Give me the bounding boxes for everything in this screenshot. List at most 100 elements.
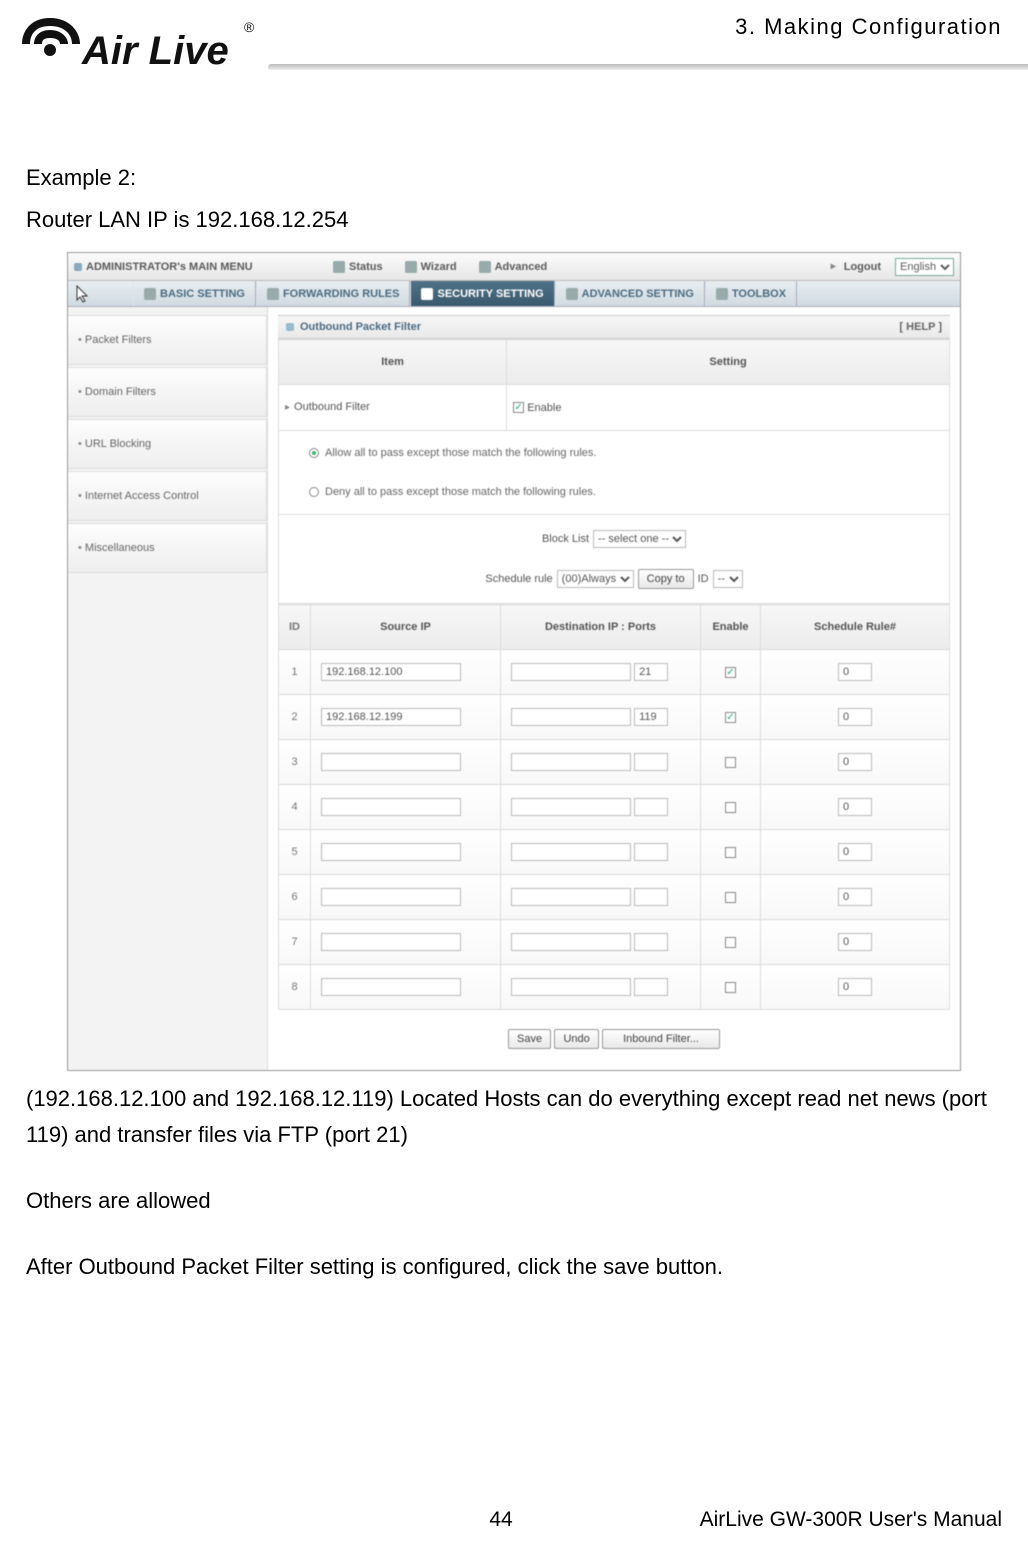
dest-ip-input[interactable] xyxy=(511,933,631,951)
rule-enable-checkbox[interactable] xyxy=(725,892,736,903)
port-input[interactable] xyxy=(634,978,668,996)
sidebar-item-miscellaneous[interactable]: Miscellaneous xyxy=(68,523,267,573)
rule-id: 8 xyxy=(279,965,311,1010)
arrow-right-icon: ▸ xyxy=(831,249,836,285)
example-label: Example 2: xyxy=(26,160,1002,196)
manual-title: AirLive GW-300R User's Manual xyxy=(700,1508,1002,1532)
schedule-rule-input[interactable] xyxy=(838,663,872,681)
port-input[interactable] xyxy=(634,708,668,726)
advanced-icon xyxy=(479,261,491,273)
sidebar-item-internet-access-control[interactable]: Internet Access Control xyxy=(68,471,267,521)
port-input[interactable] xyxy=(634,663,668,681)
table-row: 2 xyxy=(279,695,950,740)
dest-ip-input[interactable] xyxy=(511,708,631,726)
policy-allow-radio[interactable] xyxy=(309,448,319,458)
main-split: Packet Filters Domain Filters URL Blocki… xyxy=(68,307,960,1070)
rule-enable-checkbox[interactable] xyxy=(725,802,736,813)
rule-enable-checkbox[interactable] xyxy=(725,937,736,948)
dest-ip-input[interactable] xyxy=(511,843,631,861)
source-ip-input[interactable] xyxy=(321,933,461,951)
port-input[interactable] xyxy=(634,933,668,951)
table-row: 5 xyxy=(279,830,950,875)
schedule-rule-input[interactable] xyxy=(838,888,872,906)
rule-enable-checkbox[interactable] xyxy=(725,757,736,768)
tab-toolbox[interactable]: TOOLBOX xyxy=(705,281,797,306)
schedule-rule-select[interactable]: (00)Always xyxy=(557,570,634,588)
table-row: 7 xyxy=(279,920,950,965)
wizard-icon xyxy=(405,261,417,273)
sidebar-item-packet-filters[interactable]: Packet Filters xyxy=(68,315,267,365)
col-id: ID xyxy=(279,605,311,650)
port-input[interactable] xyxy=(634,843,668,861)
sidebar-item-domain-filters[interactable]: Domain Filters xyxy=(68,367,267,417)
schedule-rule-input[interactable] xyxy=(838,933,872,951)
content: Example 2: Router LAN IP is 192.168.12.2… xyxy=(0,100,1028,1285)
schedule-rule-input[interactable] xyxy=(838,978,872,996)
port-input[interactable] xyxy=(634,753,668,771)
enable-checkbox[interactable] xyxy=(513,402,524,413)
caption-line-2: Others are allowed xyxy=(26,1183,1002,1219)
tab-advanced-setting[interactable]: ADVANCED SETTING xyxy=(555,281,705,306)
rule-enable-checkbox[interactable] xyxy=(725,982,736,993)
globe-icon xyxy=(566,288,578,300)
dest-ip-input[interactable] xyxy=(511,663,631,681)
dest-ip-input[interactable] xyxy=(511,753,631,771)
rule-id: 6 xyxy=(279,875,311,920)
page-number: 44 xyxy=(489,1508,512,1532)
inbound-filter-button[interactable]: Inbound Filter... xyxy=(602,1029,720,1049)
port-input[interactable] xyxy=(634,798,668,816)
col-enable: Enable xyxy=(701,605,761,650)
rule-id: 1 xyxy=(279,650,311,695)
port-input[interactable] xyxy=(634,888,668,906)
cursor-icon xyxy=(76,285,90,303)
header-divider xyxy=(268,64,1028,70)
source-ip-input[interactable] xyxy=(321,708,461,726)
save-button[interactable]: Save xyxy=(508,1029,551,1049)
table-row: 4 xyxy=(279,785,950,830)
col-dest-ip-ports: Destination IP : Ports xyxy=(501,605,701,650)
tab-security-setting[interactable]: SECURITY SETTING xyxy=(410,281,554,306)
schedule-rule-input[interactable] xyxy=(838,798,872,816)
source-ip-input[interactable] xyxy=(321,888,461,906)
dest-ip-input[interactable] xyxy=(511,798,631,816)
col-item: Item xyxy=(279,340,507,385)
brand-logo: Air Live ® xyxy=(20,10,260,95)
rule-enable-checkbox[interactable] xyxy=(725,712,736,723)
svg-text:®: ® xyxy=(244,19,255,35)
table-row: 6 xyxy=(279,875,950,920)
schedule-rule-input[interactable] xyxy=(838,753,872,771)
language-select[interactable]: English xyxy=(895,258,954,276)
source-ip-input[interactable] xyxy=(321,798,461,816)
copy-id-select[interactable]: -- xyxy=(713,570,743,588)
help-link[interactable]: [ HELP ] xyxy=(899,309,942,345)
source-ip-input[interactable] xyxy=(321,753,461,771)
dest-ip-input[interactable] xyxy=(511,888,631,906)
copy-id-label: ID xyxy=(698,561,709,597)
rule-enable-checkbox[interactable] xyxy=(725,847,736,858)
rule-id: 4 xyxy=(279,785,311,830)
router-ui-screenshot: ADMINISTRATOR's MAIN MENU Status Wizard … xyxy=(67,252,961,1071)
dest-ip-input[interactable] xyxy=(511,978,631,996)
source-ip-input[interactable] xyxy=(321,978,461,996)
tab-forwarding-rules[interactable]: FORWARDING RULES xyxy=(256,281,411,306)
copy-to-button[interactable]: Copy to xyxy=(638,569,694,589)
status-icon xyxy=(333,261,345,273)
block-list-select[interactable]: -- select one -- xyxy=(593,530,686,548)
source-ip-input[interactable] xyxy=(321,843,461,861)
rule-id: 2 xyxy=(279,695,311,740)
rule-id: 3 xyxy=(279,740,311,785)
menu-logout[interactable]: ▸Logout xyxy=(823,249,889,285)
schedule-rule-input[interactable] xyxy=(838,708,872,726)
sidebar-item-url-blocking[interactable]: URL Blocking xyxy=(68,419,267,469)
schedule-rule-input[interactable] xyxy=(838,843,872,861)
tab-basic-setting[interactable]: BASIC SETTING xyxy=(133,281,256,306)
undo-button[interactable]: Undo xyxy=(554,1029,598,1049)
sidebar: Packet Filters Domain Filters URL Blocki… xyxy=(68,307,268,1070)
col-source-ip: Source IP xyxy=(311,605,501,650)
panel-head: Outbound Packet Filter [ HELP ] xyxy=(278,315,950,339)
square-icon xyxy=(286,323,294,331)
policy-deny-radio[interactable] xyxy=(309,487,319,497)
rule-enable-checkbox[interactable] xyxy=(725,667,736,678)
rule-id: 7 xyxy=(279,920,311,965)
source-ip-input[interactable] xyxy=(321,663,461,681)
